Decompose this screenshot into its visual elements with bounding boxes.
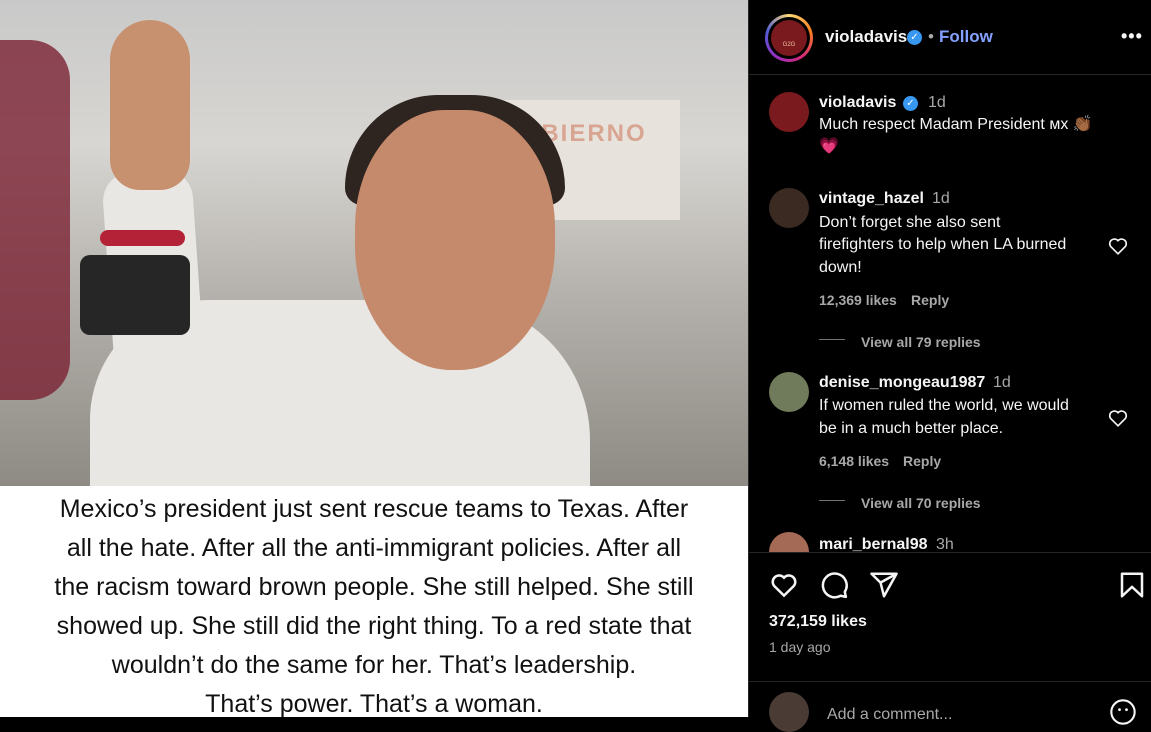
emoji-picker-icon[interactable] xyxy=(1109,698,1137,726)
comment-avatar[interactable] xyxy=(769,92,809,132)
like-comment-heart-icon[interactable] xyxy=(1107,407,1129,429)
image-caption: Mexico’s president just sent rescue team… xyxy=(0,486,748,717)
thumbs-up-hand xyxy=(110,20,190,190)
comment-likes[interactable]: 12,369 likes xyxy=(819,292,897,308)
comment-avatar[interactable] xyxy=(769,532,809,552)
comment-likes[interactable]: 6,148 likes xyxy=(819,453,889,469)
comment-username[interactable]: denise_mongeau1987 xyxy=(819,374,985,392)
post-sidebar: G2G violadavis ✓ • Follow ••• violadavis… xyxy=(748,0,1151,732)
post-media: GOBIERNO Mexico’s president just sent re… xyxy=(0,0,748,717)
follow-button[interactable]: Follow xyxy=(939,27,993,47)
comment-bubble-icon[interactable] xyxy=(819,570,849,600)
comment-time[interactable]: 1d xyxy=(932,190,950,208)
comment-text: down! xyxy=(819,259,862,276)
post-photo: GOBIERNO xyxy=(0,0,748,486)
view-replies-button[interactable]: View all 70 replies xyxy=(861,495,981,511)
avatar-text: G2G xyxy=(782,42,796,48)
comment-time[interactable]: 1d xyxy=(993,374,1011,392)
comments-list[interactable]: violadavis ✓ 1d Much respect Madam Presi… xyxy=(749,76,1151,552)
comment-username[interactable]: violadavis xyxy=(819,94,896,112)
comment-text: 💗 xyxy=(819,138,839,155)
post-actions: 372,159 likes 1 day ago xyxy=(749,552,1151,732)
comment-text: Don’t forget she also sent xyxy=(819,214,1001,231)
current-user-avatar xyxy=(769,692,809,732)
separator-dot: • xyxy=(928,27,934,46)
save-bookmark-icon[interactable] xyxy=(1117,570,1147,600)
comment-time[interactable]: 1d xyxy=(928,94,946,112)
comment-avatar[interactable] xyxy=(769,372,809,412)
reply-button[interactable]: Reply xyxy=(911,292,949,308)
face xyxy=(355,110,555,370)
comment-time[interactable]: 3h xyxy=(936,536,954,552)
author-avatar[interactable]: G2G xyxy=(765,14,813,62)
comment-avatar[interactable] xyxy=(769,188,809,228)
post-date[interactable]: 1 day ago xyxy=(769,639,831,655)
caption-line: wouldn’t do the same for her. That’s lea… xyxy=(111,651,637,679)
post-likes-count[interactable]: 372,159 likes xyxy=(769,613,867,631)
comment-text: be in a much better place. xyxy=(819,420,1004,437)
verified-badge-icon: ✓ xyxy=(903,96,918,111)
comment-text: If women ruled the world, we would xyxy=(819,397,1069,414)
add-comment-row xyxy=(749,681,1151,732)
caption-line: showed up. She still did the right thing… xyxy=(56,612,692,640)
comment-text: Much respect Madam President мх 👏🏾 xyxy=(819,116,1093,133)
reply-button[interactable]: Reply xyxy=(903,453,941,469)
comment-username[interactable]: mari_bernal98 xyxy=(819,536,928,552)
like-heart-icon[interactable] xyxy=(769,570,799,600)
bracelet xyxy=(100,230,185,246)
caption-line: the racism toward brown people. She stil… xyxy=(54,573,694,601)
share-send-icon[interactable] xyxy=(869,570,899,600)
add-comment-input[interactable] xyxy=(825,703,1099,727)
author-username[interactable]: violadavis xyxy=(825,27,907,47)
more-options-icon[interactable]: ••• xyxy=(1121,26,1143,47)
caption-line: all the hate. After all the anti-immigra… xyxy=(66,534,682,562)
caption-line: That’s power. That’s a woman. xyxy=(205,690,543,717)
like-comment-heart-icon[interactable] xyxy=(1107,235,1129,257)
post-header: G2G violadavis ✓ • Follow ••• xyxy=(749,0,1151,75)
comment-username[interactable]: vintage_hazel xyxy=(819,190,924,208)
view-replies-button[interactable]: View all 79 replies xyxy=(861,334,981,350)
verified-badge-icon: ✓ xyxy=(907,30,922,45)
caption-line: Mexico’s president just sent rescue team… xyxy=(59,495,689,523)
comment-text: firefighters to help when LA burned xyxy=(819,236,1067,253)
